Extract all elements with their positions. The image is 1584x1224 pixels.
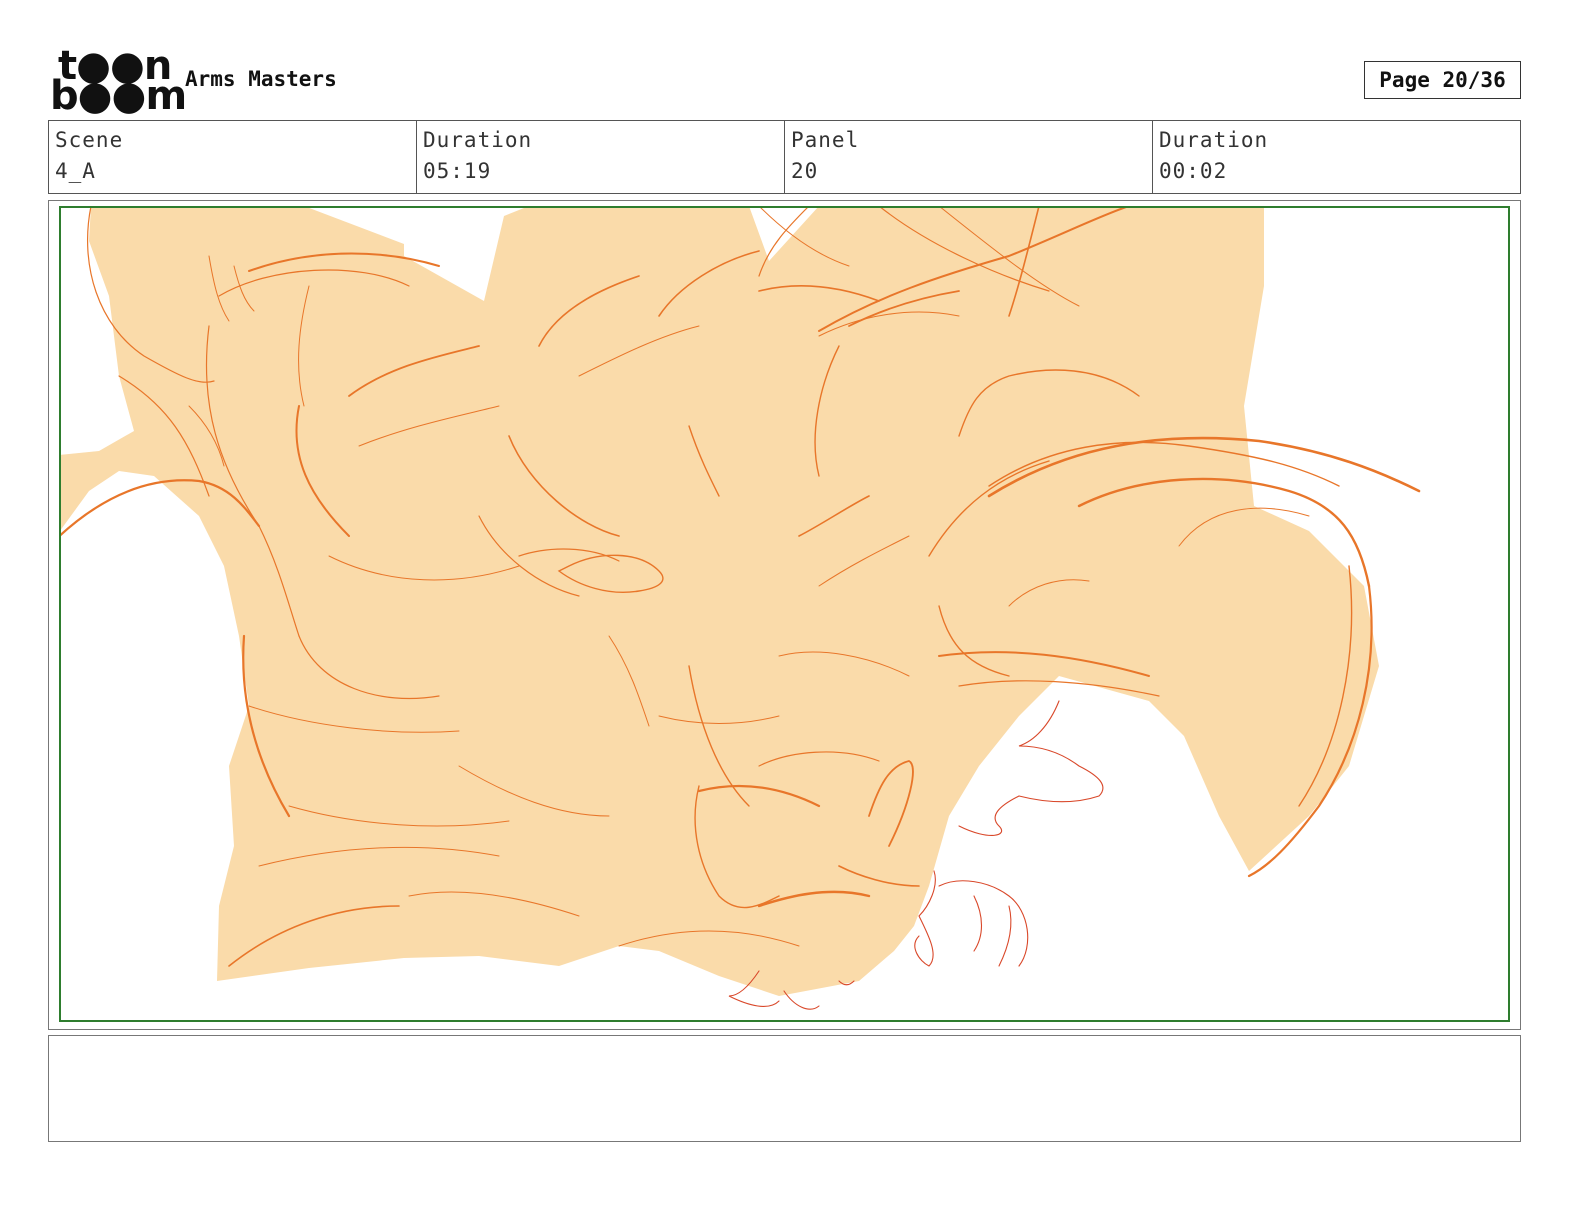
scene-duration-label: Duration bbox=[423, 128, 533, 152]
scene-label: Scene bbox=[55, 128, 124, 152]
project-title: Arms Masters bbox=[185, 67, 337, 91]
scene-duration-value: 05:19 bbox=[423, 159, 492, 183]
panel-notes-box bbox=[48, 1035, 1521, 1142]
toonboom-logo: t●●n b●●m bbox=[50, 46, 187, 116]
panel-duration-label: Duration bbox=[1159, 128, 1269, 152]
camera-safe-frame bbox=[59, 206, 1510, 1022]
scene-value: 4_A bbox=[55, 159, 96, 183]
page-number: Page 20/36 bbox=[1364, 61, 1521, 99]
panel-duration-cell: Duration 00:02 bbox=[1153, 121, 1520, 193]
panel-value: 20 bbox=[791, 159, 819, 183]
panel-label: Panel bbox=[791, 128, 860, 152]
panel-duration-value: 00:02 bbox=[1159, 159, 1228, 183]
scene-cell: Scene 4_A bbox=[49, 121, 417, 193]
logo-text-bottom: b●●m bbox=[50, 73, 187, 119]
scene-info-table: Scene 4_A Duration 05:19 Panel 20 Durati… bbox=[48, 120, 1521, 194]
panel-cell: Panel 20 bbox=[785, 121, 1153, 193]
scene-duration-cell: Duration 05:19 bbox=[417, 121, 785, 193]
